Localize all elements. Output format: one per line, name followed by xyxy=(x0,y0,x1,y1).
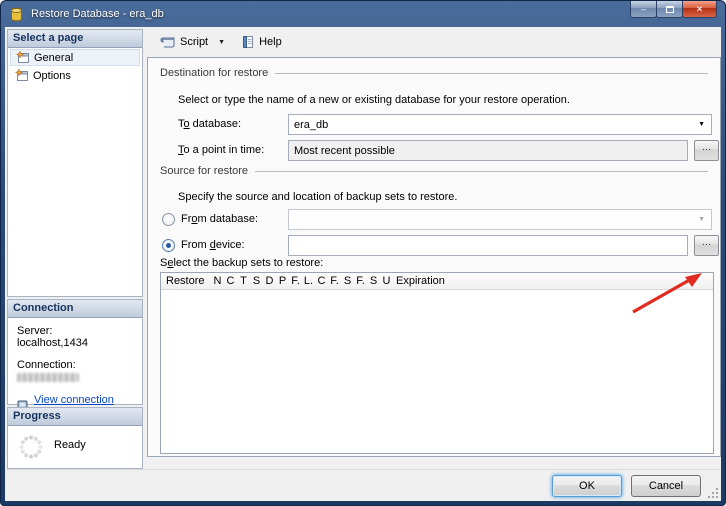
sidebar-item-general[interactable]: General xyxy=(10,49,140,66)
connection-value-redacted xyxy=(17,373,79,382)
help-button-label: Help xyxy=(259,36,282,48)
progress-header: Progress xyxy=(8,408,142,426)
footer-button-bar: OK Cancel xyxy=(5,469,721,501)
column-header[interactable]: N xyxy=(211,275,224,287)
column-header[interactable]: F. xyxy=(328,275,341,287)
from-device-browse-button[interactable]: … xyxy=(694,235,719,256)
column-header[interactable]: C xyxy=(315,275,328,287)
select-page-panel: Select a page General Options xyxy=(7,29,143,297)
point-in-time-label: To a point in time: xyxy=(178,144,264,156)
backup-sets-label: Select the backup sets to restore: xyxy=(160,257,323,269)
column-header[interactable]: T xyxy=(237,275,250,287)
select-page-header: Select a page xyxy=(8,30,142,48)
column-header[interactable]: S xyxy=(250,275,263,287)
column-header[interactable]: S xyxy=(341,275,354,287)
point-in-time-field[interactable]: Most recent possible xyxy=(288,140,688,161)
column-header[interactable]: F. xyxy=(289,275,302,287)
restore-database-dialog: Restore Database - era_db – ✕ Select a p… xyxy=(0,0,726,506)
destination-group-title: Destination for restore xyxy=(160,67,708,79)
cancel-button[interactable]: Cancel xyxy=(631,475,701,497)
progress-panel: Progress Ready xyxy=(7,407,143,469)
to-database-value: era_db xyxy=(294,119,328,131)
minimize-button[interactable]: – xyxy=(630,1,657,18)
sidebar-item-options[interactable]: Options xyxy=(10,67,140,84)
destination-description: Select or type the name of a new or exis… xyxy=(178,94,570,106)
ok-button[interactable]: OK xyxy=(552,475,622,497)
page-icon xyxy=(16,51,30,64)
column-header[interactable]: D xyxy=(263,275,276,287)
from-device-radio[interactable] xyxy=(162,239,175,252)
column-header[interactable]: S xyxy=(367,275,380,287)
backup-sets-grid-header[interactable]: Restore N C T S D P F. L. C F. S F. S U … xyxy=(161,273,713,290)
column-header[interactable]: Expiration xyxy=(393,275,713,287)
dialog-toolbar: Script ▼ Help xyxy=(147,29,719,55)
progress-spinner-icon xyxy=(18,434,44,460)
connection-header: Connection xyxy=(8,300,142,318)
window-title: Restore Database - era_db xyxy=(31,8,164,20)
general-page-panel: Destination for restore Select or type t… xyxy=(147,57,721,457)
connection-label: Connection: xyxy=(17,359,133,371)
column-header[interactable]: U xyxy=(380,275,393,287)
script-button[interactable]: Script xyxy=(155,31,213,53)
point-in-time-browse-button[interactable]: … xyxy=(694,140,719,161)
server-label: Server: xyxy=(17,325,133,337)
sidebar-item-label: Options xyxy=(33,70,71,82)
resize-grip[interactable] xyxy=(707,487,719,499)
help-button[interactable]: Help xyxy=(236,31,287,53)
source-group-title: Source for restore xyxy=(160,165,708,177)
page-icon xyxy=(15,69,29,82)
maximize-button[interactable] xyxy=(656,1,683,18)
script-icon xyxy=(160,35,176,49)
minimize-icon: – xyxy=(641,5,646,14)
combo-dropdown-icon[interactable]: ▼ xyxy=(698,121,706,128)
from-database-radio[interactable] xyxy=(162,213,175,226)
from-database-combobox: ▼ xyxy=(288,209,712,230)
divider xyxy=(255,171,708,172)
help-icon xyxy=(241,35,255,49)
database-icon xyxy=(9,7,24,22)
script-dropdown-arrow-icon[interactable]: ▼ xyxy=(215,36,228,49)
close-button[interactable]: ✕ xyxy=(682,1,717,18)
from-device-label[interactable]: From device: xyxy=(181,239,245,251)
column-header[interactable]: C xyxy=(224,275,237,287)
to-database-label: To database: xyxy=(178,118,241,130)
point-in-time-value: Most recent possible xyxy=(294,145,395,157)
progress-status: Ready xyxy=(54,439,86,451)
dialog-client-area: Select a page General Options Connection… xyxy=(5,27,721,501)
sidebar-item-label: General xyxy=(34,52,73,64)
to-database-combobox[interactable]: era_db ▼ xyxy=(288,114,712,135)
backup-sets-grid[interactable]: Restore N C T S D P F. L. C F. S F. S U … xyxy=(160,272,714,454)
combo-dropdown-icon: ▼ xyxy=(698,216,706,223)
from-database-label[interactable]: From database: xyxy=(181,213,258,225)
script-button-label: Script xyxy=(180,36,208,48)
close-icon: ✕ xyxy=(696,5,704,14)
from-device-field[interactable] xyxy=(288,235,688,256)
title-bar[interactable]: Restore Database - era_db xyxy=(1,1,725,27)
column-header[interactable]: F. xyxy=(354,275,367,287)
column-header[interactable]: Restore xyxy=(161,275,211,287)
column-header[interactable]: L. xyxy=(302,275,315,287)
maximize-icon xyxy=(666,6,674,13)
source-description: Specify the source and location of backu… xyxy=(178,191,457,203)
connection-panel: Connection Server: localhost,1434 Connec… xyxy=(7,299,143,405)
window-controls: – ✕ xyxy=(631,1,717,18)
column-header[interactable]: P xyxy=(276,275,289,287)
divider xyxy=(275,73,708,74)
server-value: localhost,1434 xyxy=(17,337,133,349)
